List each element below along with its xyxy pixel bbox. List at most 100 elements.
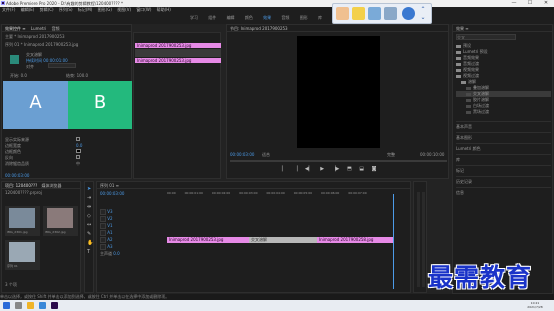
anti-alias-select[interactable]: 中 bbox=[76, 161, 80, 167]
menu-help[interactable]: 帮助(H) bbox=[157, 7, 171, 13]
step-forward-icon[interactable]: ▕▶ bbox=[332, 166, 340, 172]
search-icon[interactable] bbox=[15, 302, 22, 309]
effects-panel: 效果 ≡ 预设 Lumetri 预设 音频效果 音频过渡 视频效果 视频过渡 溶… bbox=[452, 24, 553, 294]
workspace-tab-effects[interactable]: 效果 bbox=[263, 15, 271, 21]
menu-sequence[interactable]: 序列(S) bbox=[59, 7, 73, 13]
menu-graphics[interactable]: 图形(G) bbox=[98, 7, 112, 13]
project-item-2[interactable]: IMG_2302.jpg bbox=[43, 206, 78, 236]
pen-tool-icon[interactable]: ✎ bbox=[87, 232, 92, 237]
section-essential-sound[interactable]: 基本声音 bbox=[456, 121, 551, 132]
info-icon[interactable] bbox=[402, 7, 415, 20]
program-tab[interactable]: 节目: Inimaprod 2017900253 bbox=[227, 25, 448, 32]
mark-out-icon[interactable]: ▕ bbox=[293, 166, 297, 172]
hand-icon[interactable] bbox=[336, 7, 349, 20]
workspace-tab-learn[interactable]: 学习 bbox=[190, 15, 198, 21]
menu-clip[interactable]: 剪辑(C) bbox=[40, 7, 54, 13]
section-libraries[interactable]: 库 bbox=[456, 154, 551, 165]
start-icon[interactable] bbox=[3, 302, 10, 309]
workspace-tab-graphics[interactable]: 图形 bbox=[300, 15, 308, 21]
section-markers[interactable]: 标记 bbox=[456, 165, 551, 176]
minimize-button[interactable]: — bbox=[506, 0, 522, 7]
clock[interactable]: 10:21 2021/7/28 bbox=[520, 301, 550, 309]
menu-window[interactable]: 窗口(W) bbox=[136, 7, 151, 13]
section-info[interactable]: 信息 bbox=[456, 187, 551, 198]
maximize-button[interactable]: ☐ bbox=[522, 0, 538, 7]
tab-media-browser[interactable]: 媒体浏览器 bbox=[42, 183, 62, 188]
project-item-1[interactable]: IMG_2301.jpg bbox=[5, 206, 40, 236]
screenshot-icon[interactable] bbox=[368, 7, 381, 20]
ec-clip-a[interactable]: Inimaprod 2017900253.jpg bbox=[135, 43, 221, 48]
menu-view[interactable]: 视图(V) bbox=[117, 7, 131, 13]
close-button[interactable]: ✕ bbox=[538, 0, 554, 7]
track-header-v2[interactable]: V2 bbox=[100, 215, 162, 222]
timeline-clip-2[interactable]: Inimaprod 2017900258.jpg bbox=[317, 237, 393, 243]
program-timecode[interactable]: 00:00:03:00 bbox=[230, 152, 254, 157]
project-panel: 项目: 120400??? 媒体浏览器 120400????.prproj IM… bbox=[1, 181, 81, 293]
effects-tab[interactable]: 效果 ≡ bbox=[453, 25, 552, 32]
tree-item-dip-to-black[interactable]: 黑场过渡 bbox=[456, 109, 551, 115]
slip-tool-icon[interactable]: ↔ bbox=[87, 223, 92, 228]
track-select-tool-icon[interactable]: ⇥ bbox=[87, 196, 92, 201]
timeline-timecode[interactable]: 00:00:03:00 bbox=[100, 191, 124, 196]
show-actual-sources-checkbox[interactable] bbox=[76, 137, 80, 141]
extract-icon[interactable]: ⬓ bbox=[359, 166, 364, 172]
border-width-value[interactable]: 0.0 bbox=[76, 143, 82, 148]
export-frame-icon[interactable]: ◙ bbox=[372, 166, 377, 172]
timeline-clip-1[interactable]: Inimaprod 2017900253.jpg bbox=[167, 237, 249, 243]
workspace-tab-editing[interactable]: 编辑 bbox=[227, 15, 235, 21]
ec-transition-bar[interactable] bbox=[135, 49, 221, 57]
section-essential-graphics[interactable]: 基本图形 bbox=[456, 132, 551, 143]
reverse-checkbox[interactable] bbox=[76, 155, 80, 159]
fit-select[interactable]: 适合 bbox=[262, 152, 270, 158]
effect-controls-timecode[interactable]: 00:00:03:00 bbox=[5, 173, 29, 178]
ripple-edit-tool-icon[interactable]: ⇹ bbox=[87, 205, 92, 210]
track-header-v3[interactable]: V3 bbox=[100, 208, 162, 215]
project-item-3[interactable]: 序列 01 bbox=[5, 240, 40, 270]
zoom-icon[interactable] bbox=[384, 7, 397, 20]
track-header-v1[interactable]: V1 bbox=[100, 222, 162, 229]
section-history[interactable]: 历史记录 bbox=[456, 176, 551, 187]
preview-a: A bbox=[3, 81, 68, 129]
workspace-tab-libraries[interactable]: 库 bbox=[318, 15, 322, 21]
menu-file[interactable]: 文件(F) bbox=[2, 7, 15, 13]
razor-tool-icon[interactable]: ◇ bbox=[87, 214, 92, 219]
workspace-tab-audio[interactable]: 音频 bbox=[281, 15, 289, 21]
alignment-select[interactable] bbox=[48, 63, 76, 68]
tab-audio-mixer[interactable]: 音频 bbox=[52, 26, 60, 31]
program-scrubber[interactable] bbox=[230, 160, 447, 162]
ec-clip-b[interactable]: Inimaprod 2017900253.jpg bbox=[135, 58, 221, 63]
menu-marker[interactable]: 标记(M) bbox=[78, 7, 93, 13]
type-tool-icon[interactable]: T bbox=[87, 250, 92, 255]
play-icon[interactable]: ▶ bbox=[320, 166, 324, 172]
effects-search-input[interactable] bbox=[456, 34, 516, 40]
track-header-a3[interactable]: A3 bbox=[100, 243, 162, 250]
workspace-tab-assembly[interactable]: 组件 bbox=[208, 15, 216, 21]
tab-effect-controls[interactable]: 效果控件 ≡ bbox=[5, 26, 26, 31]
step-back-icon[interactable]: ◀▏ bbox=[305, 166, 313, 172]
playhead[interactable] bbox=[393, 194, 394, 289]
tab-lumetri-scopes[interactable]: Lumetri bbox=[31, 26, 46, 31]
transition-icon bbox=[466, 92, 471, 96]
explorer-icon[interactable] bbox=[27, 302, 34, 309]
workspace-tab-color[interactable]: 颜色 bbox=[245, 15, 253, 21]
folder-icon bbox=[461, 80, 466, 84]
tab-project[interactable]: 项目: 120400??? bbox=[5, 183, 37, 188]
menu-edit[interactable]: 编辑(E) bbox=[21, 7, 35, 13]
master-track[interactable]: 主声道 0.0 bbox=[100, 250, 162, 257]
track-header-a2[interactable]: A2 bbox=[100, 236, 162, 243]
mark-in-icon[interactable]: ▏ bbox=[282, 166, 286, 172]
lift-icon[interactable]: ⬒ bbox=[347, 166, 352, 172]
timeline-tab[interactable]: 序列 01 ≡ bbox=[97, 182, 410, 189]
premiere-taskbar-icon[interactable] bbox=[51, 302, 58, 309]
track-header-a1[interactable]: A1 bbox=[100, 229, 162, 236]
collapse-icon[interactable]: ⌃ ⌄ bbox=[419, 6, 427, 22]
section-lumetri-color[interactable]: Lumetri 颜色 bbox=[456, 143, 551, 154]
note-icon[interactable] bbox=[352, 7, 365, 20]
timeline-ruler[interactable]: 00:00 00:00:01:00 00:00:02:00 00:00:03:0… bbox=[167, 191, 407, 199]
hand-tool-icon[interactable]: ✋ bbox=[87, 241, 93, 246]
timeline-transition[interactable]: 交叉溶解 bbox=[249, 237, 317, 243]
browser-icon[interactable] bbox=[39, 302, 46, 309]
quality-select[interactable]: 完整 bbox=[387, 152, 395, 158]
border-color-swatch[interactable] bbox=[76, 149, 81, 153]
selection-tool-icon[interactable]: ➤ bbox=[87, 187, 92, 192]
